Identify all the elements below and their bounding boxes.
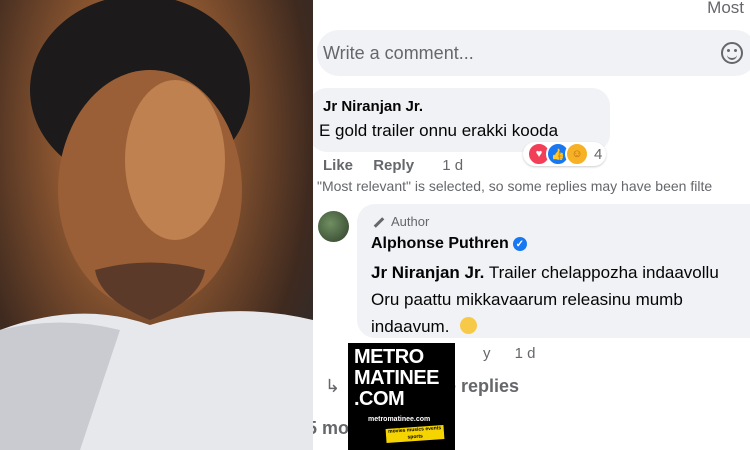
logo-site-text: metromatinee.com xyxy=(368,416,431,423)
reaction-count: 4 xyxy=(594,145,603,163)
view-more-replies-link[interactable]: e replies xyxy=(446,376,519,397)
logo-tagline: movies musics events sports xyxy=(385,424,445,444)
verified-icon: ✓ xyxy=(512,237,527,251)
portrait-illustration xyxy=(0,0,313,450)
reply-author-name[interactable]: Alphonse Puthren xyxy=(371,235,509,253)
relevance-note: "Most relevant" is selected, so some rep… xyxy=(317,178,713,194)
comment-input[interactable]: Write a comment... xyxy=(317,30,750,76)
reply-text-line1: Trailer chelappozha indaavollu xyxy=(488,263,719,282)
comment-author[interactable]: Jr Niranjan Jr. xyxy=(323,98,423,115)
author-badge: Author xyxy=(373,214,429,229)
logo-line-1: METRO xyxy=(354,346,424,368)
smiley-icon[interactable] xyxy=(721,42,743,64)
comment-input-placeholder: Write a comment... xyxy=(323,43,474,63)
care-reaction-icon: ☺ xyxy=(565,142,589,166)
reply-timestamp[interactable]: y 1 d xyxy=(483,345,536,362)
avatar[interactable] xyxy=(318,211,349,242)
portrait-photo xyxy=(0,0,313,450)
view-more-comments-prefix[interactable]: 5 mo xyxy=(313,418,349,438)
sort-label[interactable]: Most xyxy=(707,0,744,18)
comment-actions: Like Reply 1 d xyxy=(323,157,479,174)
comment-timestamp[interactable]: 1 d xyxy=(442,157,463,174)
comment-text: E gold trailer onnu erakki kooda xyxy=(319,121,559,140)
like-button[interactable]: Like xyxy=(323,157,353,174)
pencil-icon xyxy=(373,217,385,228)
reply-arrow-icon: ↳ xyxy=(325,376,341,396)
logo-line-2: MATINEE xyxy=(354,367,440,389)
reply-button[interactable]: Reply xyxy=(373,157,414,174)
reaction-summary[interactable]: ♥ 👍 ☺ 4 xyxy=(523,142,607,166)
logo-line-3: .COM xyxy=(354,388,405,410)
reply-text-line2: Oru paattu mikkavaarum releasinu mumb xyxy=(371,290,683,309)
reply-text-line3: indaavum. xyxy=(371,317,450,336)
author-badge-label: Author xyxy=(391,214,430,229)
reply-text: Jr Niranjan Jr. Trailer chelappozha inda… xyxy=(371,259,750,340)
reply-time[interactable]: 1 d xyxy=(515,345,536,362)
reply-mention[interactable]: Jr Niranjan Jr. xyxy=(371,263,484,282)
reply-action-fragment[interactable]: y xyxy=(483,345,491,362)
reply-author[interactable]: Alphonse Puthren ✓ xyxy=(371,235,527,253)
reply-bubble: Author Alphonse Puthren ✓ Jr Niranjan Jr… xyxy=(357,204,750,338)
smile-emoji-icon xyxy=(460,317,478,334)
metromatinee-watermark-logo: METRO MATINEE .COM metromatinee.com movi… xyxy=(348,343,455,450)
